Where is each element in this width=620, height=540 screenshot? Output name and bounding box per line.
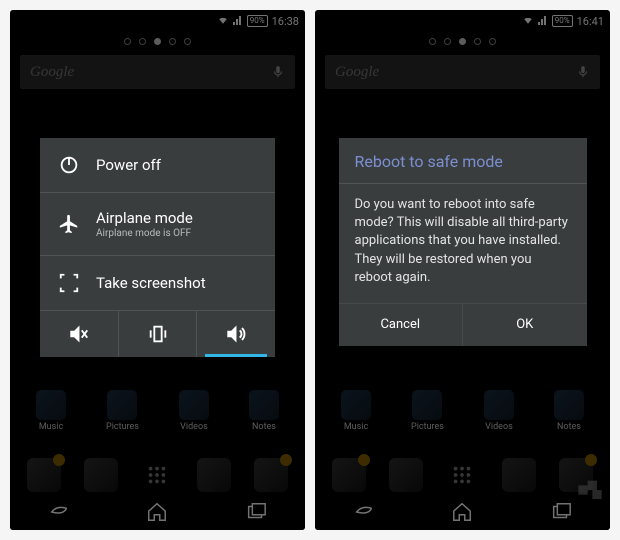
dialog-button-row: Cancel OK: [339, 304, 587, 346]
screenshot-label: Take screenshot: [96, 274, 206, 292]
airplane-mode-item[interactable]: Airplane mode Airplane mode is OFF: [40, 193, 275, 256]
power-icon: [58, 154, 80, 176]
vibrate-button[interactable]: [119, 311, 198, 357]
safe-mode-dialog: Reboot to safe mode Do you want to reboo…: [339, 138, 587, 346]
phone-right-screenshot: 90% 16:41 Google Music Pictures Videos N…: [315, 10, 610, 530]
dialog-body: Do you want to reboot into safe mode? Th…: [339, 184, 587, 304]
power-menu-overlay[interactable]: Power off Airplane mode Airplane mode is…: [10, 10, 305, 530]
power-off-label: Power off: [96, 156, 161, 174]
sound-on-button[interactable]: [197, 311, 275, 357]
ok-button[interactable]: OK: [463, 304, 587, 346]
dialog-title: Reboot to safe mode: [339, 138, 587, 184]
screenshot-icon: [58, 272, 80, 294]
screenshot-item[interactable]: Take screenshot: [40, 256, 275, 311]
airplane-label: Airplane mode Airplane mode is OFF: [96, 209, 193, 239]
phone-left-screenshot: 90% 16:38 Google Music Pictures Videos N…: [10, 10, 305, 530]
sound-mode-row: [40, 311, 275, 357]
airplane-icon: [58, 213, 80, 235]
airplane-sublabel: Airplane mode is OFF: [96, 228, 193, 239]
cancel-button[interactable]: Cancel: [339, 304, 464, 346]
power-off-item[interactable]: Power off: [40, 138, 275, 193]
safe-mode-overlay[interactable]: Reboot to safe mode Do you want to reboo…: [315, 10, 610, 530]
power-menu: Power off Airplane mode Airplane mode is…: [40, 138, 275, 357]
silent-button[interactable]: [40, 311, 119, 357]
